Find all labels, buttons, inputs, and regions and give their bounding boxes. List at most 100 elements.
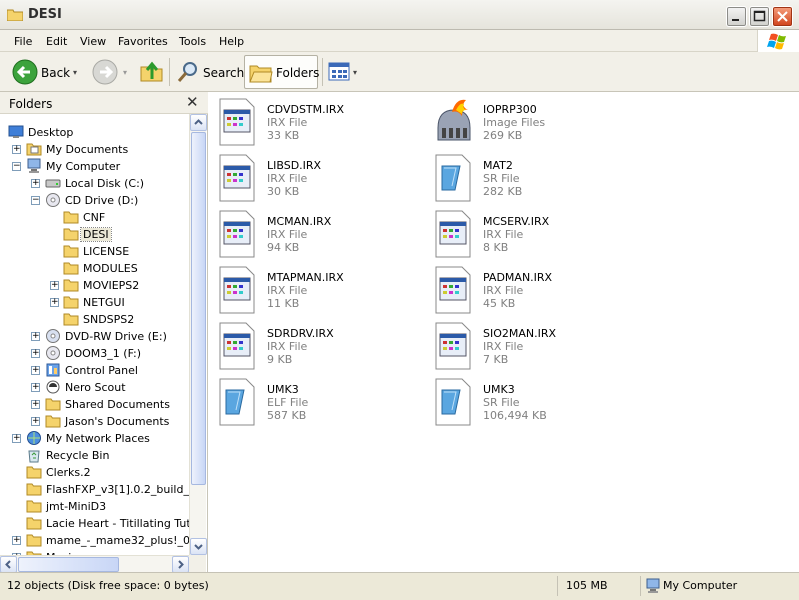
cd-drive-icon — [46, 346, 60, 360]
tree-item[interactable]: + mame_-_mame32_plus!_0.10 — [0, 532, 189, 549]
file-type: IRX File — [267, 340, 308, 353]
menu-edit[interactable]: Edit — [46, 35, 67, 48]
views-dropdown-icon[interactable]: ▾ — [353, 68, 357, 77]
file-name: MCSERV.IRX — [483, 215, 550, 228]
file-item[interactable]: MCMAN.IRX IRX File 94 KB — [210, 206, 420, 258]
tree-item[interactable]: + Nero Scout — [0, 379, 189, 396]
expand-icon[interactable]: + — [31, 332, 40, 341]
chevron-up-icon — [194, 119, 203, 125]
file-name: UMK3 — [267, 383, 299, 396]
expand-icon[interactable]: + — [31, 383, 40, 392]
menu-view[interactable]: View — [80, 35, 106, 48]
tree-item[interactable]: + Shared Documents — [0, 396, 189, 413]
tree-item[interactable]: + Local Disk (C:) — [0, 175, 189, 192]
file-size: 106,494 KB — [483, 409, 547, 422]
close-button[interactable] — [772, 6, 793, 27]
file-size: 33 KB — [267, 129, 300, 142]
forward-dropdown-icon[interactable]: ▾ — [123, 68, 127, 77]
folder-tree[interactable]: Desktop + My Documents − My Computer + Local D… — [0, 114, 189, 555]
tree-item-label: MOVIEPS2 — [83, 279, 140, 292]
file-type: IRX File — [267, 172, 308, 185]
file-type: IRX File — [267, 228, 308, 241]
irx-file-icon — [435, 266, 471, 314]
file-item[interactable]: PADMAN.IRX IRX File 45 KB — [426, 262, 636, 314]
maximize-button[interactable] — [749, 6, 770, 27]
scroll-left-button[interactable] — [0, 556, 17, 573]
status-location: My Computer — [663, 579, 738, 592]
file-list[interactable]: CDVDSTM.IRX IRX File 33 KB IOPRP300 Image Fi… — [209, 92, 799, 572]
scroll-down-button[interactable] — [190, 538, 207, 555]
tree-item[interactable]: jmt-MiniD3 — [0, 498, 189, 515]
minimize-button[interactable] — [726, 6, 747, 27]
menu-file[interactable]: File — [14, 35, 32, 48]
file-item[interactable]: MAT2 SR File 282 KB — [426, 150, 636, 202]
search-button[interactable]: Search — [174, 56, 244, 88]
scroll-right-button[interactable] — [172, 556, 189, 573]
views-button[interactable]: ▾ — [327, 56, 361, 88]
tree-item[interactable]: Recycle Bin — [0, 447, 189, 464]
tree-item[interactable]: + DVD-RW Drive (E:) — [0, 328, 189, 345]
toolbar-separator — [169, 58, 170, 86]
tree-item[interactable]: LICENSE — [0, 243, 189, 260]
tree-item-label: Lacie Heart - Titillating Tutor — [46, 517, 189, 530]
tree-item[interactable]: Desktop — [0, 124, 189, 141]
collapse-icon[interactable]: − — [12, 162, 21, 171]
title-bar[interactable]: DESI — [0, 0, 799, 30]
up-folder-button[interactable] — [139, 56, 165, 88]
tree-item[interactable]: FlashFXP_v3[1].0.2_build_10 — [0, 481, 189, 498]
file-item[interactable]: UMK3 ELF File 587 KB — [210, 374, 420, 426]
expand-icon[interactable]: + — [31, 349, 40, 358]
tree-item-label: LICENSE — [83, 245, 130, 258]
file-item[interactable]: LIBSD.IRX IRX File 30 KB — [210, 150, 420, 202]
expand-icon[interactable]: + — [12, 536, 21, 545]
tree-item[interactable]: + Control Panel — [0, 362, 189, 379]
hscroll-thumb[interactable] — [18, 557, 119, 572]
tree-item[interactable]: + NETGUI — [0, 294, 189, 311]
horizontal-scrollbar[interactable] — [0, 555, 189, 573]
file-item[interactable]: MTAPMAN.IRX IRX File 11 KB — [210, 262, 420, 314]
file-item[interactable]: UMK3 SR File 106,494 KB — [426, 374, 636, 426]
file-name: LIBSD.IRX — [267, 159, 322, 172]
file-size: 9 KB — [267, 353, 293, 366]
expand-icon[interactable]: + — [50, 281, 59, 290]
tree-item[interactable]: + DOOM3_1 (F:) — [0, 345, 189, 362]
scroll-up-button[interactable] — [190, 114, 207, 131]
file-item[interactable]: CDVDSTM.IRX IRX File 33 KB — [210, 94, 420, 146]
back-button[interactable]: Back ▾ — [10, 56, 82, 88]
expand-icon[interactable]: + — [12, 434, 21, 443]
file-item[interactable]: IOPRP300 Image Files 269 KB — [426, 94, 636, 146]
file-item[interactable]: SDRDRV.IRX IRX File 9 KB — [210, 318, 420, 370]
tree-item[interactable]: + My Network Places — [0, 430, 189, 447]
menu-help[interactable]: Help — [219, 35, 244, 48]
forward-button[interactable]: ▾ — [92, 56, 132, 88]
tree-item[interactable]: DESI — [0, 226, 189, 243]
close-pane-icon[interactable]: ✕ — [186, 93, 199, 111]
file-name: IOPRP300 — [483, 103, 537, 116]
expand-icon[interactable]: + — [31, 366, 40, 375]
tree-item[interactable]: SNDSPS2 — [0, 311, 189, 328]
menu-tools[interactable]: Tools — [179, 35, 206, 48]
folders-button[interactable]: Folders — [244, 55, 319, 89]
vertical-scrollbar[interactable] — [189, 114, 207, 555]
menu-favorites[interactable]: Favorites — [118, 35, 168, 48]
expand-icon[interactable]: + — [31, 179, 40, 188]
expand-icon[interactable]: + — [50, 298, 59, 307]
tree-item[interactable]: MODULES — [0, 260, 189, 277]
expand-icon[interactable]: + — [31, 400, 40, 409]
collapse-icon[interactable]: − — [31, 196, 40, 205]
back-dropdown-icon[interactable]: ▾ — [73, 68, 77, 77]
file-item[interactable]: SIO2MAN.IRX IRX File 7 KB — [426, 318, 636, 370]
tree-item[interactable]: + Jason's Documents — [0, 413, 189, 430]
tree-item[interactable]: − CD Drive (D:) — [0, 192, 189, 209]
folder-icon — [26, 466, 42, 479]
expand-icon[interactable]: + — [12, 145, 21, 154]
file-item[interactable]: MCSERV.IRX IRX File 8 KB — [426, 206, 636, 258]
tree-item[interactable]: CNF — [0, 209, 189, 226]
tree-item[interactable]: + MOVIEPS2 — [0, 277, 189, 294]
tree-item[interactable]: Clerks.2 — [0, 464, 189, 481]
tree-item[interactable]: + My Documents — [0, 141, 189, 158]
expand-icon[interactable]: + — [31, 417, 40, 426]
scroll-thumb[interactable] — [191, 132, 206, 485]
tree-item[interactable]: Lacie Heart - Titillating Tutor — [0, 515, 189, 532]
tree-item[interactable]: − My Computer — [0, 158, 189, 175]
